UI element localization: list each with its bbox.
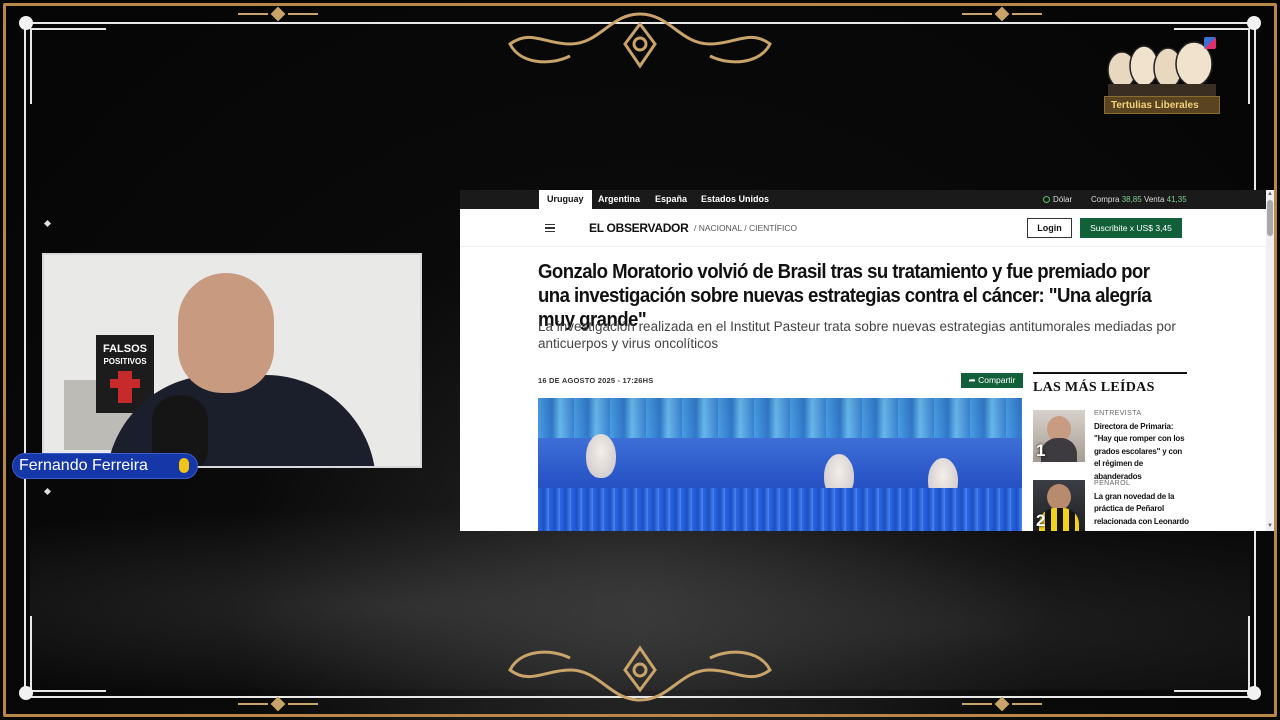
share-icon: ➦ [968, 375, 979, 385]
page-scrollbar[interactable]: ▲ ▼ [1266, 190, 1274, 531]
most-read-category: ENTREVISTA [1094, 410, 1142, 417]
share-label: Compartir [978, 375, 1016, 385]
caricature-faces-icon [1107, 41, 1216, 98]
sell-label: Venta [1143, 195, 1165, 204]
tab-estados-unidos[interactable]: Estados Unidos [693, 190, 777, 209]
login-button[interactable]: Login [1027, 218, 1072, 238]
social-badge-icon [1204, 37, 1216, 49]
scroll-thumb[interactable] [1267, 200, 1273, 236]
sell-value: 41,35 [1166, 195, 1187, 204]
bottom-scroll-ornament-icon [508, 645, 772, 702]
logo-label: Tertulias Liberales [1104, 96, 1220, 114]
scroll-up-icon[interactable]: ▲ [1267, 191, 1273, 197]
small-ornament-icon [962, 696, 1042, 712]
most-read-thumbnail: 1 [1033, 410, 1085, 462]
rank-number: 2 [1036, 511, 1046, 530]
subscribe-button[interactable]: Suscribite x US$ 3,45 [1080, 218, 1182, 238]
lamp-shape [586, 434, 616, 478]
hamburger-menu-icon[interactable] [545, 224, 555, 232]
country-bar: Uruguay Argentina España Estados Unidos … [460, 190, 1274, 209]
top-scroll-ornament-icon [508, 12, 772, 69]
most-read-headline[interactable]: Directora de Primaria: "Hay que romper c… [1094, 421, 1190, 483]
dollar-icon [1043, 196, 1050, 203]
most-read-thumbnail: 2 [1033, 480, 1085, 531]
breadcrumb[interactable]: / NACIONAL / CIENTÍFICO [694, 223, 797, 233]
presenter-head [178, 273, 274, 393]
mic-icon [179, 458, 189, 473]
book-subtitle: POSITIVOS [103, 357, 147, 366]
corner-ornament-bottom-left [30, 616, 106, 692]
presenter-name: Fernando Ferreira [19, 457, 148, 474]
corner-dot-icon [1247, 686, 1261, 700]
tab-uruguay[interactable]: Uruguay [539, 190, 592, 209]
article-hero-image[interactable] [538, 398, 1022, 531]
ceiling-lights [538, 398, 1022, 438]
corner-ornament-bottom-right [1174, 616, 1250, 692]
scroll-down-icon[interactable]: ▼ [1267, 523, 1273, 529]
corner-dot-icon [1247, 16, 1261, 30]
small-ornament-icon [238, 6, 318, 22]
buy-value: 38,85 [1121, 195, 1142, 204]
channel-logo: Tertulias Liberales [1104, 34, 1220, 114]
small-ornament-icon [238, 696, 318, 712]
webcam-feed: FALSOS POSITIVOS [42, 253, 422, 468]
rank-number: 1 [1036, 441, 1046, 460]
tab-argentina[interactable]: Argentina [590, 190, 648, 209]
corner-dot-icon [19, 686, 33, 700]
buy-label: Compra [1091, 195, 1120, 204]
small-ornament-icon [962, 6, 1042, 22]
presenter-name-tag: Fernando Ferreira [12, 453, 198, 479]
corner-dot-icon [19, 16, 33, 30]
corner-ornament-top-left [30, 28, 106, 104]
article-date: 16 DE AGOSTO 2025 - 17:26HS [538, 376, 654, 385]
share-button[interactable]: ➦ Compartir [961, 373, 1023, 388]
browser-capture: Uruguay Argentina España Estados Unidos … [460, 190, 1274, 531]
cross-icon [110, 379, 140, 388]
site-logo[interactable]: EL OBSERVADOR [589, 221, 689, 235]
most-read-title: LAS MÁS LEÍDAS [1033, 372, 1187, 396]
dollar-label: Dólar [1053, 195, 1073, 204]
book-title: FALSOS [102, 343, 147, 355]
site-header: EL OBSERVADOR / NACIONAL / CIENTÍFICO Lo… [460, 209, 1266, 247]
exchange-rates: Compra 38,85 Venta 41,35 [1091, 190, 1187, 209]
most-read-headline[interactable]: La gran novedad de la práctica de Peñaro… [1094, 491, 1190, 528]
stage-curtain [538, 488, 1022, 531]
tab-espana[interactable]: España [647, 190, 695, 209]
most-read-category: PEÑAROL [1094, 480, 1131, 487]
dollar-rate-link[interactable]: Dólar [1043, 190, 1072, 209]
article-lede: La investigación realizada en el Institu… [538, 319, 1176, 351]
